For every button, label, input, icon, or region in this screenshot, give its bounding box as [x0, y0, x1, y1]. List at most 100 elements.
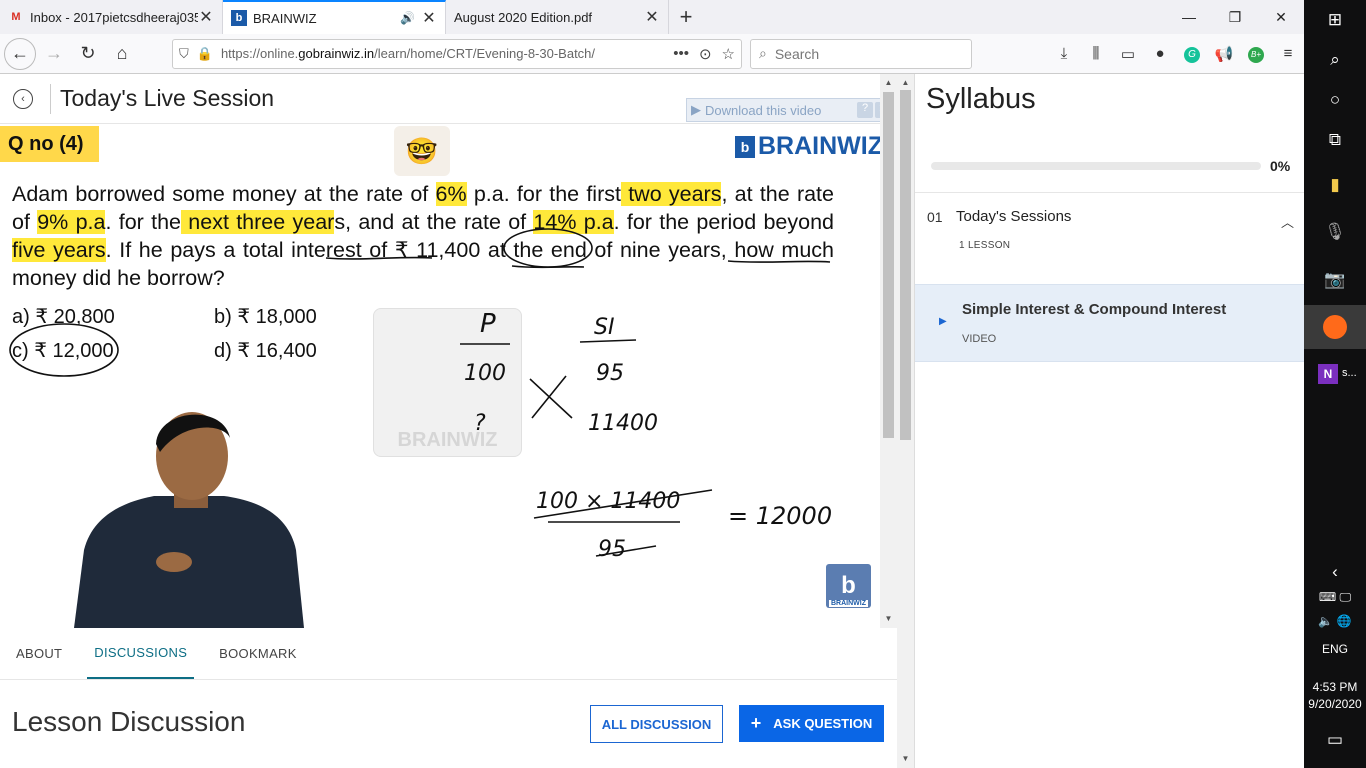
notification-icon[interactable]: ▭	[1304, 730, 1366, 750]
forward-button[interactable]: →	[38, 38, 70, 70]
window-controls: — ❐ ✕	[1166, 0, 1304, 34]
section-lesson-count: 1 LESSON	[959, 240, 1011, 251]
library-icon[interactable]: ⫼	[1080, 45, 1112, 62]
language-indicator[interactable]: ENG	[1304, 642, 1366, 656]
close-icon[interactable]: ✕	[421, 8, 437, 28]
hw-11400: 11400	[588, 411, 658, 436]
ask-question-button[interactable]: + ASK QUESTION	[739, 705, 884, 742]
close-icon[interactable]: ✕	[644, 7, 660, 27]
gmail-icon: M	[11, 11, 21, 23]
tab-brainwiz[interactable]: b BRAINWIZ 🔊 ✕	[223, 0, 446, 34]
scroll-down-arrow[interactable]: ▼	[880, 614, 897, 623]
tab-discussions[interactable]: DISCUSSIONS	[87, 628, 195, 679]
file-explorer-icon[interactable]: ▮	[1304, 175, 1366, 195]
navigation-bar: ← → ↻ ⌂ ⛉ 🔒 https://online.gobrainwiz.in…	[0, 34, 1304, 74]
lesson-item[interactable]: ▶ Simple Interest & Compound Interest VI…	[915, 284, 1305, 362]
section-name[interactable]: Today's Sessions	[956, 208, 1071, 225]
minimize-icon[interactable]: —	[1166, 0, 1212, 34]
extension-icon[interactable]: B+	[1240, 44, 1272, 63]
tab-title: August 2020 Edition.pdf	[454, 9, 593, 25]
discussion-title: Lesson Discussion	[12, 706, 246, 737]
hw-si: SI	[594, 315, 614, 340]
scroll-thumb[interactable]	[900, 90, 911, 440]
close-window-icon[interactable]: ✕	[1258, 0, 1304, 34]
url-bar[interactable]: ⛉ 🔒 https://online.gobrainwiz.in/learn/h…	[172, 38, 742, 69]
account-icon[interactable]: ●	[1144, 45, 1176, 62]
help-icon[interactable]: ?	[857, 102, 873, 118]
hw-100: 100	[464, 361, 506, 386]
tab-about[interactable]: ABOUT	[0, 628, 78, 679]
clock-time[interactable]: 4:53 PM	[1304, 680, 1366, 694]
all-discussion-button[interactable]: ALL DISCUSSION	[590, 705, 723, 743]
download-video-bar[interactable]: ▶ Download this video ? ✕	[686, 98, 896, 122]
browser-tab-bar: M Inbox - 2017pietcsdheeraj035@ ✕ b BRAI…	[0, 0, 1304, 34]
syllabus-title: Syllabus	[926, 83, 1036, 115]
search-icon: ⌕	[759, 45, 767, 61]
more-actions-icon[interactable]: •••	[673, 45, 689, 62]
scroll-up-arrow[interactable]: ▲	[880, 78, 897, 87]
hw-frac-bottom: 95	[598, 537, 626, 562]
onenote-icon[interactable]: N	[1318, 364, 1338, 384]
task-view-icon[interactable]: ⧉	[1304, 130, 1366, 150]
lock-icon[interactable]: 🔒	[197, 46, 213, 62]
progress-bar	[931, 162, 1261, 170]
new-tab-button[interactable]: +	[669, 0, 703, 34]
back-button[interactable]: ←	[4, 37, 36, 70]
section-number: 01	[927, 209, 943, 225]
brainwiz-corner-logo: b BRAINWIZ	[826, 564, 871, 608]
scroll-thumb[interactable]	[883, 92, 894, 438]
reload-button[interactable]: ↻	[72, 38, 104, 70]
hw-result: = 12000	[728, 502, 832, 530]
recorder-icon[interactable]: 🎙	[1304, 222, 1366, 242]
windows-start-icon[interactable]: ⊞	[1304, 10, 1366, 30]
close-icon[interactable]: ✕	[198, 7, 214, 27]
bookmark-star-icon[interactable]: ☆	[722, 45, 735, 63]
restore-icon[interactable]: ❐	[1212, 0, 1258, 34]
grammarly-icon[interactable]: G	[1176, 44, 1208, 63]
chevron-left-icon[interactable]: ‹	[1304, 562, 1366, 582]
download-label: Download this video	[705, 102, 822, 118]
syllabus-panel: Syllabus 0% 01 Today's Sessions ︿ 1 LESS…	[914, 74, 1305, 768]
play-icon: ▶	[691, 102, 701, 117]
lesson-type: VIDEO	[962, 333, 997, 345]
network-icon[interactable]: ⌨ 🖵	[1304, 590, 1366, 605]
hw-q: ?	[474, 411, 486, 436]
search-icon[interactable]: ⌕	[1304, 50, 1366, 70]
volume-icon[interactable]: 🔈 🌐	[1304, 614, 1366, 628]
chevron-up-icon[interactable]: ︿	[1281, 212, 1294, 231]
search-placeholder: Search	[774, 45, 820, 62]
pocket-icon[interactable]: ⊙	[699, 45, 712, 63]
home-button[interactable]: ⌂	[106, 38, 138, 70]
page-title: Today's Live Session	[60, 85, 275, 111]
back-circle-icon[interactable]: ‹	[13, 88, 33, 109]
megaphone-icon[interactable]: 📢	[1208, 45, 1240, 63]
tab-title: Inbox - 2017pietcsdheeraj035@	[30, 9, 198, 25]
hw-frac-top: 100 × 11400	[536, 489, 680, 514]
scroll-down-arrow[interactable]: ▼	[897, 754, 914, 763]
video-player[interactable]: Q no (4) 🤓 b BRAINWIZ Adam borrowed some…	[0, 124, 880, 628]
toolbar-icons: ⤓ ⫼ ▭ ● G 📢 B+ ≡	[1048, 44, 1304, 63]
tab-gmail[interactable]: M Inbox - 2017pietcsdheeraj035@ ✕	[0, 0, 223, 34]
tab-pdf[interactable]: August 2020 Edition.pdf ✕	[446, 0, 669, 34]
fraction-line	[579, 339, 637, 343]
firefox-icon[interactable]	[1304, 305, 1366, 349]
clock-date[interactable]: 9/20/2020	[1304, 697, 1366, 711]
divider	[50, 83, 51, 114]
progress-label: 0%	[1270, 158, 1291, 174]
hw-p: P	[480, 309, 496, 339]
lesson-title: Simple Interest & Compound Interest	[962, 301, 1227, 318]
sidebar-icon[interactable]: ▭	[1112, 45, 1144, 63]
camera-icon[interactable]: 📷	[1304, 270, 1366, 290]
url-text[interactable]: https://online.gobrainwiz.in/learn/home/…	[221, 46, 663, 61]
search-input[interactable]: ⌕ Search	[750, 38, 972, 69]
tab-bookmark[interactable]: BOOKMARK	[203, 628, 313, 679]
scroll-up-arrow[interactable]: ▲	[897, 78, 914, 87]
cortana-icon[interactable]: ○	[1304, 90, 1366, 110]
page-scrollbar[interactable]: ▲ ▼	[897, 74, 914, 768]
download-icon[interactable]: ⤓	[1048, 45, 1080, 62]
menu-icon[interactable]: ≡	[1272, 45, 1304, 62]
shield-icon[interactable]: ⛉	[179, 46, 189, 62]
hw-95: 95	[596, 361, 624, 386]
speaker-icon[interactable]: 🔊	[400, 11, 415, 25]
video-scrollbar[interactable]: ▲ ▼	[880, 74, 897, 628]
